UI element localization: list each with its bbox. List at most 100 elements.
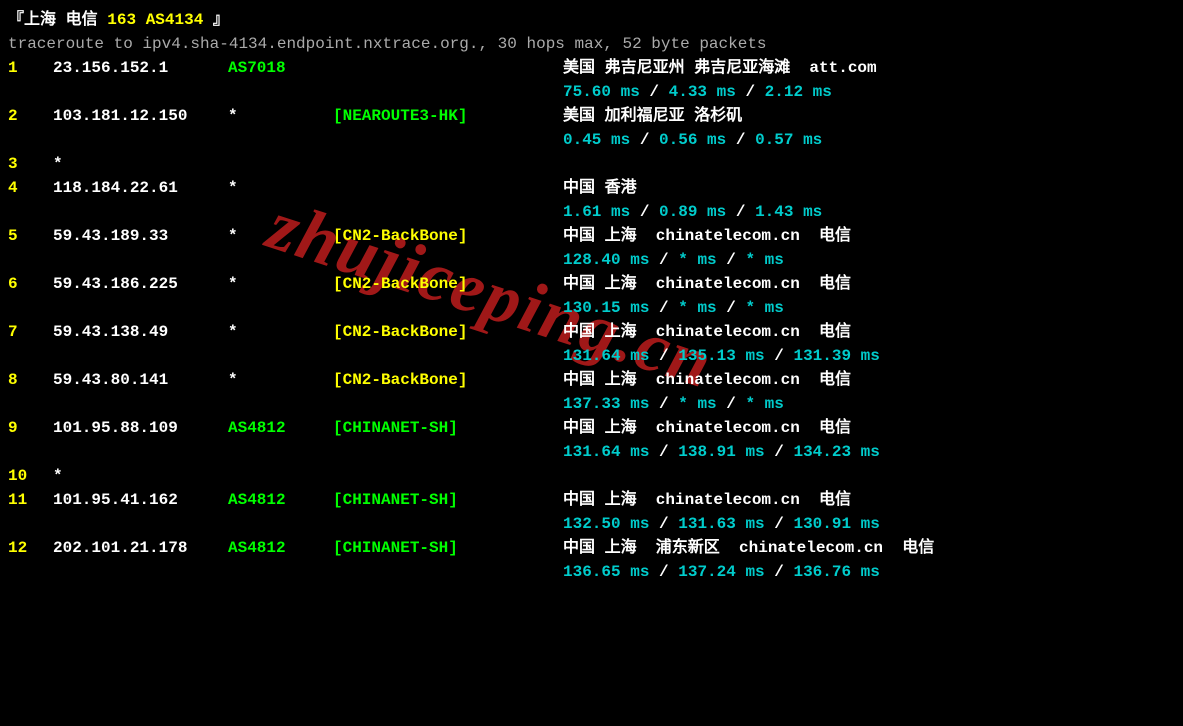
hop-network bbox=[333, 176, 563, 200]
hop-t3: * ms bbox=[745, 251, 783, 269]
hop-t1: 131.64 ms bbox=[563, 347, 649, 365]
hop-timing-row: 130.15 ms / * ms / * ms bbox=[8, 296, 1175, 320]
hop-t1: 131.64 ms bbox=[563, 443, 649, 461]
hop-row: 3* bbox=[8, 152, 1175, 176]
hop-row: 4118.184.22.61*中国 香港 bbox=[8, 176, 1175, 200]
hop-t2: 135.13 ms bbox=[678, 347, 764, 365]
hop-t1: 1.61 ms bbox=[563, 203, 630, 221]
hop-t1: 0.45 ms bbox=[563, 131, 630, 149]
hop-t2: * ms bbox=[678, 395, 716, 413]
hop-location bbox=[563, 152, 1175, 176]
hop-row: 12202.101.21.178AS4812[CHINANET-SH]中国 上海… bbox=[8, 536, 1175, 560]
hop-asn: * bbox=[228, 320, 333, 344]
hop-t2: 0.89 ms bbox=[659, 203, 726, 221]
hop-ip: * bbox=[53, 152, 228, 176]
hop-network: [CN2-BackBone] bbox=[333, 224, 563, 248]
hop-row: 123.156.152.1AS7018美国 弗吉尼亚州 弗吉尼亚海滩 att.c… bbox=[8, 56, 1175, 80]
hop-timings: 132.50 ms / 131.63 ms / 130.91 ms bbox=[563, 512, 1175, 536]
hop-location: 中国 上海 chinatelecom.cn 电信 bbox=[563, 224, 1175, 248]
hop-location: 美国 加利福尼亚 洛杉矶 bbox=[563, 104, 1175, 128]
hop-network: [CHINANET-SH] bbox=[333, 416, 563, 440]
hop-network: [CHINANET-SH] bbox=[333, 488, 563, 512]
hop-asn bbox=[228, 152, 333, 176]
terminal-output: 『上海 电信 163 AS4134 』 traceroute to ipv4.s… bbox=[8, 8, 1175, 584]
hop-asn: AS4812 bbox=[228, 536, 333, 560]
hop-location: 中国 上海 chinatelecom.cn 电信 bbox=[563, 488, 1175, 512]
hop-timing-row: 136.65 ms / 137.24 ms / 136.76 ms bbox=[8, 560, 1175, 584]
hops-list: 123.156.152.1AS7018美国 弗吉尼亚州 弗吉尼亚海滩 att.c… bbox=[8, 56, 1175, 584]
hop-network: [NEAROUTE3-HK] bbox=[333, 104, 563, 128]
hop-t1: 75.60 ms bbox=[563, 83, 640, 101]
hop-network bbox=[333, 464, 563, 488]
hop-location bbox=[563, 464, 1175, 488]
hop-t1: 128.40 ms bbox=[563, 251, 649, 269]
hop-timing-row: 132.50 ms / 131.63 ms / 130.91 ms bbox=[8, 512, 1175, 536]
hop-timings: 0.45 ms / 0.56 ms / 0.57 ms bbox=[563, 128, 1175, 152]
hop-network bbox=[333, 56, 563, 80]
hop-asn: AS7018 bbox=[228, 56, 333, 80]
hop-timing-row: 1.61 ms / 0.89 ms / 1.43 ms bbox=[8, 200, 1175, 224]
hop-ip: 23.156.152.1 bbox=[53, 56, 228, 80]
hop-location: 中国 上海 chinatelecom.cn 电信 bbox=[563, 320, 1175, 344]
hop-asn: * bbox=[228, 104, 333, 128]
hop-number: 6 bbox=[8, 272, 53, 296]
hop-timings: 128.40 ms / * ms / * ms bbox=[563, 248, 1175, 272]
hop-t1: 136.65 ms bbox=[563, 563, 649, 581]
hop-location: 中国 上海 chinatelecom.cn 电信 bbox=[563, 416, 1175, 440]
hop-asn bbox=[228, 464, 333, 488]
bracket-open: 『 bbox=[8, 11, 24, 29]
hop-number: 3 bbox=[8, 152, 53, 176]
hop-t2: 137.24 ms bbox=[678, 563, 764, 581]
hop-timing-row: 131.64 ms / 135.13 ms / 131.39 ms bbox=[8, 344, 1175, 368]
hop-network: [CN2-BackBone] bbox=[333, 320, 563, 344]
hop-location: 中国 上海 chinatelecom.cn 电信 bbox=[563, 368, 1175, 392]
hop-ip: 202.101.21.178 bbox=[53, 536, 228, 560]
hop-ip: 59.43.189.33 bbox=[53, 224, 228, 248]
hop-t2: 0.56 ms bbox=[659, 131, 726, 149]
hop-timing-row: 0.45 ms / 0.56 ms / 0.57 ms bbox=[8, 128, 1175, 152]
hop-number: 7 bbox=[8, 320, 53, 344]
hop-network: [CN2-BackBone] bbox=[333, 272, 563, 296]
hop-network bbox=[333, 152, 563, 176]
hop-ip: 103.181.12.150 bbox=[53, 104, 228, 128]
hop-timings: 131.64 ms / 135.13 ms / 131.39 ms bbox=[563, 344, 1175, 368]
hop-timing-row: 131.64 ms / 138.91 ms / 134.23 ms bbox=[8, 440, 1175, 464]
hop-location: 中国 香港 bbox=[563, 176, 1175, 200]
hop-timings: 75.60 ms / 4.33 ms / 2.12 ms bbox=[563, 80, 1175, 104]
hop-timings: 1.61 ms / 0.89 ms / 1.43 ms bbox=[563, 200, 1175, 224]
hop-t1: 137.33 ms bbox=[563, 395, 649, 413]
hop-timing-row: 137.33 ms / * ms / * ms bbox=[8, 392, 1175, 416]
hop-number: 9 bbox=[8, 416, 53, 440]
hop-number: 1 bbox=[8, 56, 53, 80]
hop-row: 759.43.138.49*[CN2-BackBone]中国 上海 chinat… bbox=[8, 320, 1175, 344]
hop-t3: * ms bbox=[745, 299, 783, 317]
hop-location: 中国 上海 浦东新区 chinatelecom.cn 电信 bbox=[563, 536, 1175, 560]
hop-t2: 138.91 ms bbox=[678, 443, 764, 461]
hop-t3: 136.76 ms bbox=[793, 563, 879, 581]
hop-t3: 2.12 ms bbox=[765, 83, 832, 101]
hop-t1: 132.50 ms bbox=[563, 515, 649, 533]
hop-row: 2103.181.12.150*[NEAROUTE3-HK]美国 加利福尼亚 洛… bbox=[8, 104, 1175, 128]
hop-ip: 118.184.22.61 bbox=[53, 176, 228, 200]
header-isp: 电信 bbox=[66, 11, 98, 29]
hop-t2: * ms bbox=[678, 251, 716, 269]
header-asn: AS4134 bbox=[146, 11, 204, 29]
hop-network: [CN2-BackBone] bbox=[333, 368, 563, 392]
hop-number: 10 bbox=[8, 464, 53, 488]
hop-number: 5 bbox=[8, 224, 53, 248]
hop-timings: 131.64 ms / 138.91 ms / 134.23 ms bbox=[563, 440, 1175, 464]
hop-asn: * bbox=[228, 368, 333, 392]
header-netname: 163 bbox=[107, 11, 136, 29]
bracket-close: 』 bbox=[213, 11, 229, 29]
hop-row: 659.43.186.225*[CN2-BackBone]中国 上海 china… bbox=[8, 272, 1175, 296]
hop-row: 11101.95.41.162AS4812[CHINANET-SH]中国 上海 … bbox=[8, 488, 1175, 512]
hop-asn: * bbox=[228, 272, 333, 296]
header-location: 上海 bbox=[24, 11, 56, 29]
hop-t3: 131.39 ms bbox=[793, 347, 879, 365]
hop-t2: 131.63 ms bbox=[678, 515, 764, 533]
hop-number: 11 bbox=[8, 488, 53, 512]
hop-timings: 137.33 ms / * ms / * ms bbox=[563, 392, 1175, 416]
hop-number: 8 bbox=[8, 368, 53, 392]
hop-number: 4 bbox=[8, 176, 53, 200]
hop-number: 2 bbox=[8, 104, 53, 128]
